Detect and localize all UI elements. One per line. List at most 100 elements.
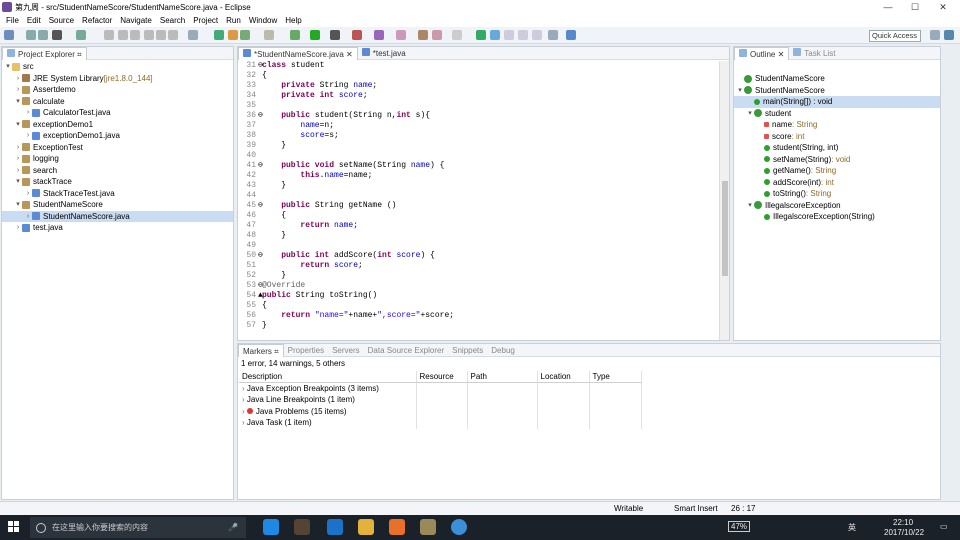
outline-item[interactable]: ▾ student bbox=[734, 108, 940, 120]
outline-item[interactable]: setName(String) : void bbox=[734, 154, 940, 166]
new-icon[interactable] bbox=[4, 30, 14, 40]
expand-toggle-icon[interactable]: › bbox=[14, 153, 22, 165]
menu-run[interactable]: Run bbox=[222, 16, 245, 25]
clock-time[interactable]: 22:10 bbox=[893, 518, 913, 527]
minimize-button[interactable]: — bbox=[875, 0, 901, 14]
outline-item[interactable]: IllegalscoreException(String) bbox=[734, 211, 940, 223]
explorer-item[interactable]: ▾ stackTrace bbox=[2, 176, 233, 188]
explorer-item[interactable]: › logging bbox=[2, 153, 233, 165]
quick-access-input[interactable]: Quick Access bbox=[869, 30, 921, 42]
annotation-next-icon[interactable] bbox=[476, 30, 486, 40]
back-icon[interactable] bbox=[432, 30, 442, 40]
menu-refactor[interactable]: Refactor bbox=[78, 16, 116, 25]
step-return-icon[interactable] bbox=[168, 30, 178, 40]
explorer-item[interactable]: › CalculatorTest.java bbox=[2, 107, 233, 119]
maximize-button[interactable]: ☐ bbox=[902, 0, 928, 14]
explorer-item[interactable]: › JRE System Library [jre1.8.0_144] bbox=[2, 73, 233, 85]
column-description[interactable]: Description bbox=[239, 371, 417, 383]
outline-item[interactable]: ▾ IllegalscoreException bbox=[734, 200, 940, 212]
run-icon[interactable] bbox=[310, 30, 320, 40]
expand-toggle-icon[interactable]: › bbox=[14, 222, 22, 234]
column-resource[interactable]: Resource bbox=[416, 371, 468, 383]
expand-toggle-icon[interactable]: ▾ bbox=[14, 119, 22, 131]
expand-toggle-icon[interactable]: ▾ bbox=[14, 96, 22, 108]
expand-toggle-icon[interactable]: ▾ bbox=[14, 176, 22, 188]
java-icon[interactable] bbox=[188, 30, 198, 40]
expand-toggle-icon[interactable]: › bbox=[14, 73, 22, 85]
coverage-icon[interactable] bbox=[330, 30, 340, 40]
outline-item[interactable]: addScore(int) : int bbox=[734, 177, 940, 189]
notification-icon[interactable]: ▭ bbox=[940, 522, 948, 531]
tab-outline[interactable]: Outline ✕ bbox=[734, 46, 790, 60]
tab-properties[interactable]: Properties bbox=[284, 344, 328, 357]
fold-marker[interactable] bbox=[258, 151, 262, 161]
help-icon[interactable] bbox=[566, 30, 576, 40]
outline-item[interactable]: StudentNameScore bbox=[734, 73, 940, 85]
new-class-icon[interactable] bbox=[374, 30, 384, 40]
editor-scrollbar-thumb[interactable] bbox=[722, 181, 728, 276]
tab-task-list[interactable]: Task List bbox=[789, 47, 839, 60]
outline-item[interactable]: name : String bbox=[734, 119, 940, 131]
app-icon[interactable] bbox=[420, 519, 436, 535]
outline-item[interactable]: score : int bbox=[734, 131, 940, 143]
file-explorer-icon[interactable] bbox=[358, 519, 374, 535]
toggle-mark-icon[interactable] bbox=[504, 30, 514, 40]
task-view-icon[interactable] bbox=[263, 519, 279, 535]
save-icon[interactable] bbox=[26, 30, 36, 40]
edge-icon[interactable] bbox=[327, 519, 343, 535]
menu-help[interactable]: Help bbox=[281, 16, 305, 25]
tab-debug[interactable]: Debug bbox=[487, 344, 519, 357]
java-perspective-icon[interactable] bbox=[944, 30, 954, 40]
expand-toggle-icon[interactable]: ▾ bbox=[4, 61, 12, 73]
open-perspective-icon[interactable] bbox=[930, 30, 940, 40]
expand-toggle-icon[interactable]: › bbox=[24, 130, 32, 142]
clock-date[interactable]: 2017/10/22 bbox=[884, 528, 924, 537]
external-tools-icon[interactable] bbox=[352, 30, 362, 40]
explorer-item[interactable]: › Assertdemo bbox=[2, 84, 233, 96]
close-button[interactable]: ✕ bbox=[930, 0, 956, 14]
ime-indicator[interactable]: 英 bbox=[848, 522, 856, 533]
pin-editor-icon[interactable] bbox=[548, 30, 558, 40]
browser-icon[interactable] bbox=[451, 519, 467, 535]
search-icon[interactable] bbox=[418, 30, 428, 40]
show-whitespace-icon[interactable] bbox=[532, 30, 542, 40]
fold-marker[interactable] bbox=[258, 101, 262, 111]
step-into-icon[interactable] bbox=[144, 30, 154, 40]
resume-icon[interactable] bbox=[104, 30, 114, 40]
outline-item[interactable]: ▾ StudentNameScore bbox=[734, 85, 940, 97]
debug-config-icon[interactable] bbox=[264, 30, 274, 40]
menu-source[interactable]: Source bbox=[45, 16, 78, 25]
step-over-icon[interactable] bbox=[156, 30, 166, 40]
fold-marker[interactable] bbox=[258, 191, 262, 201]
explorer-item[interactable]: ▾ calculate bbox=[2, 96, 233, 108]
expand-toggle-icon[interactable]: › bbox=[14, 142, 22, 154]
marker-row[interactable]: › Java Problems (15 items) bbox=[239, 405, 642, 417]
expand-toggle-icon[interactable]: › bbox=[24, 211, 32, 223]
tab-test-java[interactable]: *test.java bbox=[358, 47, 410, 60]
outline-item[interactable]: getName() : String bbox=[734, 165, 940, 177]
tab-project-explorer[interactable]: Project Explorer ⌗ bbox=[2, 46, 87, 60]
save-all-icon[interactable] bbox=[38, 30, 48, 40]
tab-markers[interactable]: Markers ⌗ bbox=[238, 343, 284, 357]
marker-row[interactable]: › Java Exception Breakpoints (3 items) bbox=[239, 382, 642, 394]
battery-indicator[interactable]: 47% bbox=[728, 521, 751, 532]
marker-row[interactable]: › Java Line Breakpoints (1 item) bbox=[239, 394, 642, 406]
explorer-item[interactable]: ▾ exceptionDemo1 bbox=[2, 119, 233, 131]
expand-toggle-icon[interactable]: › bbox=[14, 84, 22, 96]
expand-toggle-icon[interactable]: › bbox=[14, 165, 22, 177]
menu-edit[interactable]: Edit bbox=[23, 16, 45, 25]
expand-toggle-icon[interactable]: › bbox=[24, 188, 32, 200]
expand-toggle-icon[interactable]: › bbox=[24, 107, 32, 119]
menu-window[interactable]: Window bbox=[245, 16, 281, 25]
suspend-icon[interactable] bbox=[118, 30, 128, 40]
tab-data-source-explorer[interactable]: Data Source Explorer bbox=[364, 344, 448, 357]
expand-toggle-icon[interactable]: ▾ bbox=[736, 85, 744, 97]
terminate-icon[interactable] bbox=[130, 30, 140, 40]
explorer-item[interactable]: › StudentNameScore.java bbox=[2, 210, 233, 223]
tab-studentnamescore-java[interactable]: *StudentNameScore.java ✕ bbox=[238, 46, 358, 60]
column-location[interactable]: Location bbox=[537, 371, 590, 383]
expand-toggle-icon[interactable]: ▾ bbox=[14, 199, 22, 211]
explorer-item[interactable]: › search bbox=[2, 165, 233, 177]
debug-icon[interactable] bbox=[290, 30, 300, 40]
office-icon[interactable] bbox=[389, 519, 405, 535]
